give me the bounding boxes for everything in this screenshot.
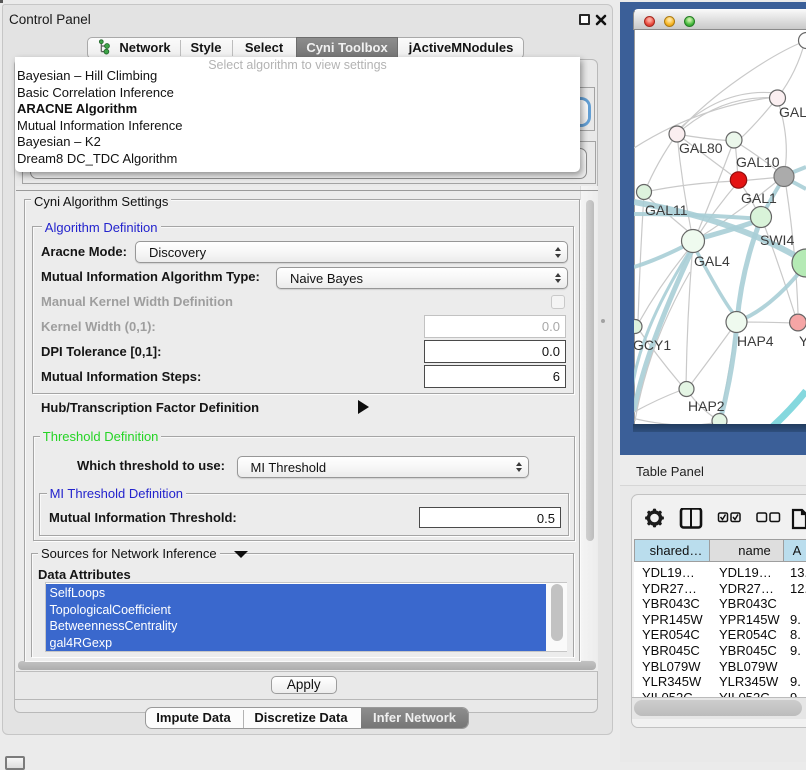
svg-text:Y: Y [799,333,806,349]
svg-text:GAL7: GAL7 [779,104,806,120]
svg-text:GAL10: GAL10 [736,154,780,170]
svg-text:SWI4: SWI4 [760,232,794,248]
svg-text:GAL4: GAL4 [694,253,730,269]
svg-text:GAL80: GAL80 [679,140,723,156]
svg-text:HAP2: HAP2 [688,398,725,414]
svg-text:GAL11: GAL11 [645,202,688,218]
svg-text:GAL1: GAL1 [741,190,777,206]
svg-text:GCY1: GCY1 [634,337,671,353]
svg-text:HAP4: HAP4 [737,333,774,349]
